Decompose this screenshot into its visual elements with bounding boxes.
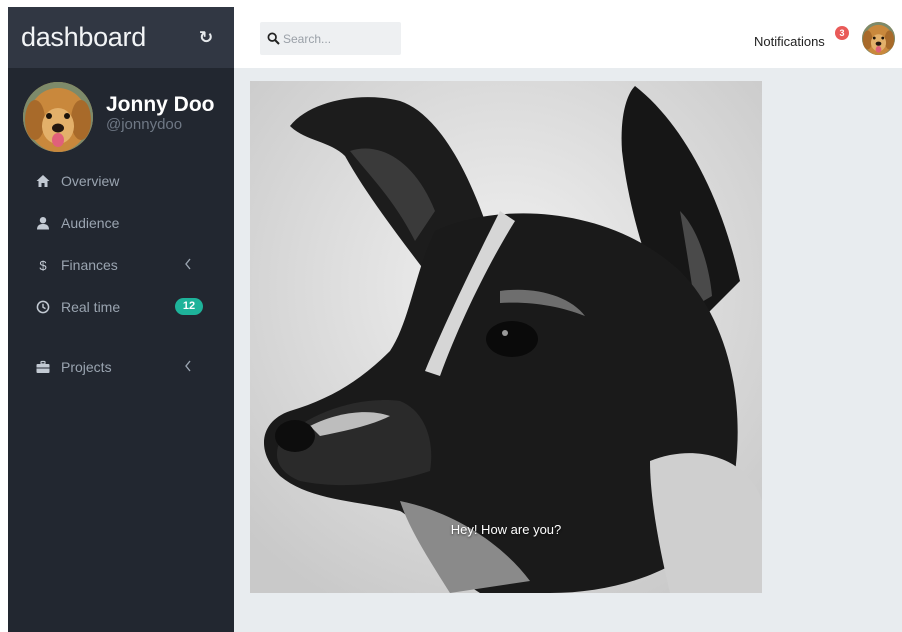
top-bar: Notifications 3 (234, 7, 902, 68)
user-profile: Jonny Doo @jonnydoo (8, 68, 234, 160)
sidebar-item-label: Finances (61, 257, 118, 273)
user-icon (36, 216, 50, 230)
sidebar-item-finances[interactable]: $ Finances (8, 244, 234, 286)
photo-caption: Hey! How are you? (450, 522, 562, 537)
chevron-left-icon[interactable] (183, 359, 193, 373)
sidebar-item-label: Overview (61, 173, 120, 189)
chevron-left-icon[interactable] (183, 257, 193, 271)
sidebar-item-overview[interactable]: Overview (8, 160, 234, 202)
sidebar-item-projects[interactable]: Projects (8, 346, 234, 388)
svg-text:$: $ (39, 258, 47, 272)
sidebar-item-label: Projects (61, 359, 112, 375)
photo-card: Hey! How are you? (250, 81, 762, 593)
nav-divider (8, 328, 234, 346)
brand-title[interactable]: dashboard (21, 22, 146, 53)
user-name: Jonny Doo (106, 93, 215, 116)
notifications-link[interactable]: Notifications (754, 34, 825, 49)
sidebar-item-audience[interactable]: Audience (8, 202, 234, 244)
search-box[interactable] (260, 22, 401, 55)
search-icon (267, 32, 280, 45)
home-icon (36, 174, 50, 188)
golden-retriever-avatar-icon (862, 22, 895, 55)
app-frame: dashboard ↻ Jonny Doo @jonnydoo Overview… (8, 7, 902, 632)
golden-retriever-avatar-icon (23, 82, 93, 152)
dog-photo (250, 81, 762, 593)
notification-count-badge: 3 (835, 26, 849, 40)
sidebar-item-label: Real time (61, 299, 121, 315)
refresh-icon[interactable]: ↻ (196, 28, 216, 48)
dollar-icon: $ (36, 258, 50, 272)
brand-bar: dashboard ↻ (8, 7, 234, 68)
sidebar: dashboard ↻ Jonny Doo @jonnydoo Overview… (8, 7, 234, 632)
briefcase-icon (36, 360, 50, 374)
user-menu-avatar[interactable] (862, 22, 895, 55)
realtime-count-badge: 12 (175, 298, 203, 315)
search-input[interactable] (283, 31, 393, 46)
sidebar-nav: Overview Audience $ Finances Real time 1… (8, 160, 234, 388)
sidebar-item-label: Audience (61, 215, 120, 231)
clock-icon (36, 300, 50, 314)
avatar[interactable] (23, 82, 93, 152)
sidebar-item-real-time[interactable]: Real time 12 (8, 286, 234, 328)
user-handle: @jonnydoo (106, 116, 183, 133)
